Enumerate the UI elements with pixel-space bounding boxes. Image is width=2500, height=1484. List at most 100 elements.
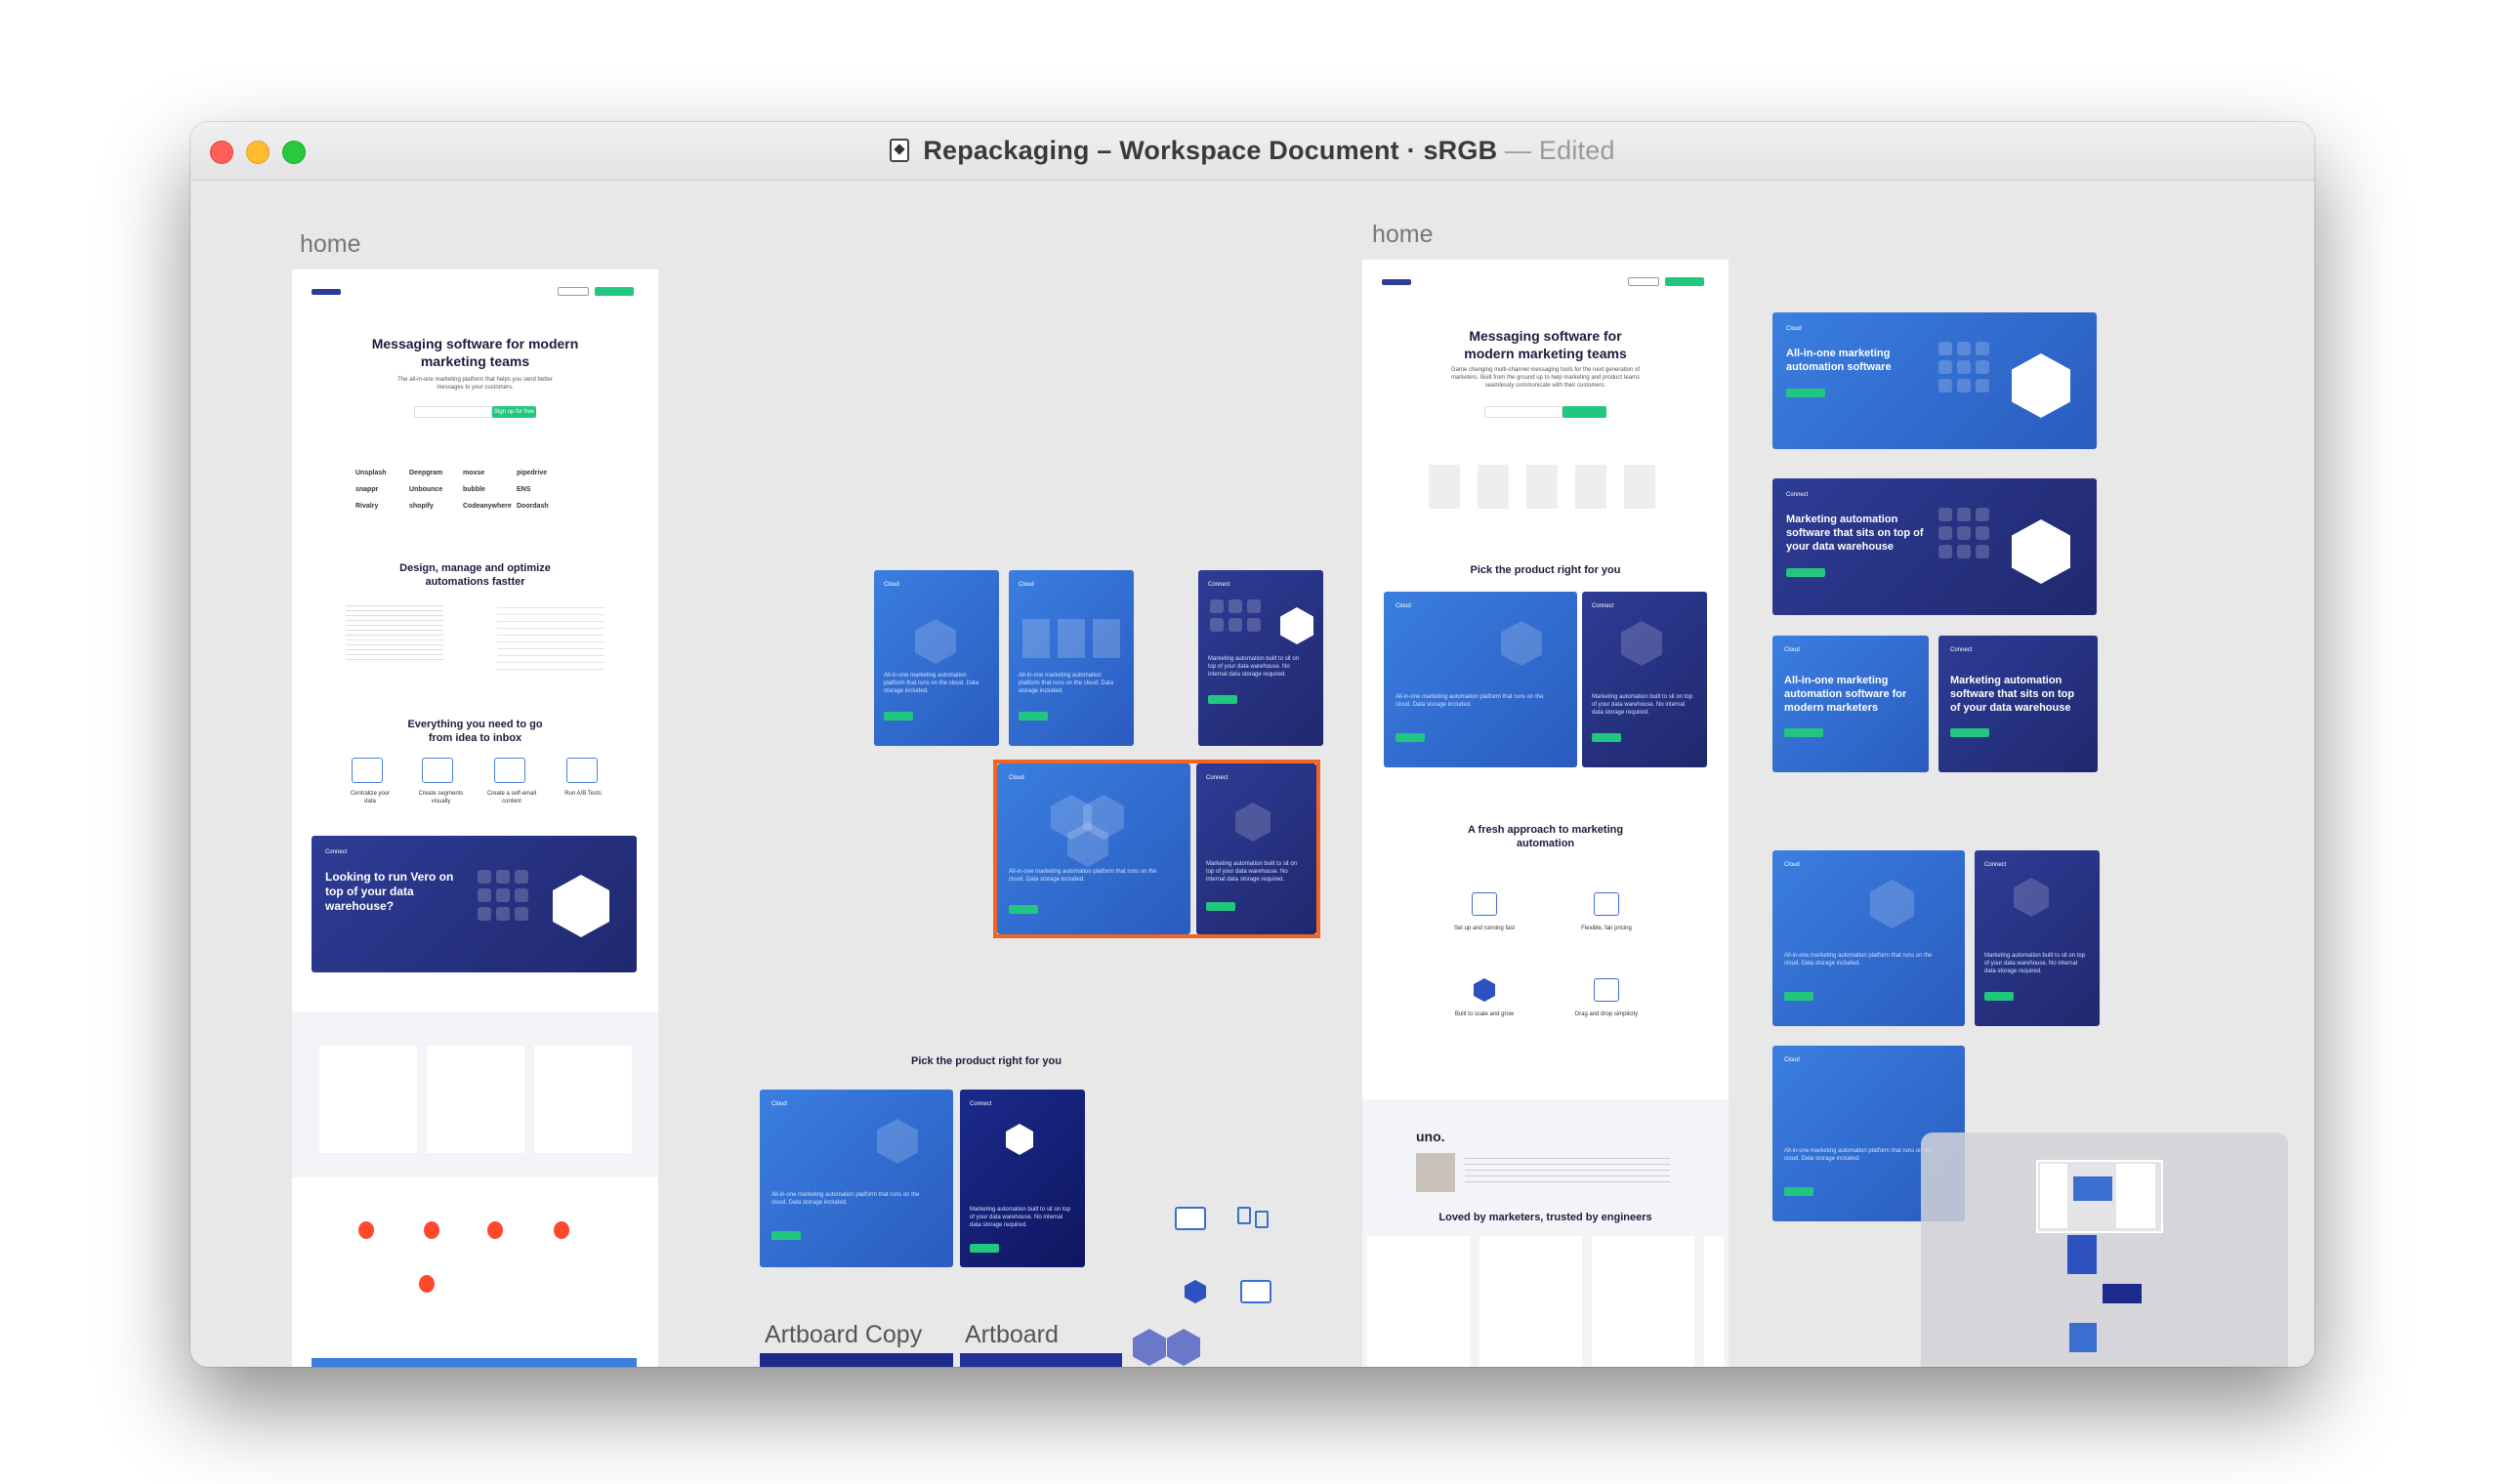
card-signup-button[interactable] bbox=[1019, 712, 1048, 721]
banner-icon-grid bbox=[1938, 508, 1989, 558]
card-demo-button[interactable] bbox=[1984, 992, 2014, 1001]
automation-text-block bbox=[346, 601, 443, 660]
feature-label-1: Flexible, fair pricing bbox=[1581, 926, 1632, 931]
card-tag: Connect bbox=[1208, 582, 1230, 588]
artboard-pick-cloud[interactable]: Cloud All-in-one marketing automation pl… bbox=[760, 1090, 953, 1267]
canvas-minimap[interactable] bbox=[1921, 1133, 2288, 1367]
banner-icon-grid bbox=[1938, 342, 1989, 392]
artboard-cloud-card-2[interactable]: Cloud All-in-one marketing automation pl… bbox=[1009, 570, 1134, 746]
ab-test-icon bbox=[566, 758, 598, 783]
card-copy: Marketing automation built to sit on top… bbox=[970, 1207, 1071, 1228]
artboard-cloud-card-1[interactable]: Cloud All-in-one marketing automation pl… bbox=[874, 570, 999, 746]
pick-connect-card[interactable]: Connect Marketing automation built to si… bbox=[1582, 592, 1707, 767]
artboard-connect-card-1[interactable]: Connect Marketing automation built to si… bbox=[1198, 570, 1323, 746]
card-title: Marketing automation software that sits … bbox=[1950, 675, 2075, 714]
artboard-label-home-left[interactable]: home bbox=[300, 230, 361, 259]
artboard-label-copy[interactable]: Artboard Copy bbox=[765, 1321, 922, 1349]
cube-icon[interactable] bbox=[1167, 1329, 1200, 1366]
banner-button[interactable] bbox=[1786, 568, 1825, 577]
card-signup-button[interactable] bbox=[1784, 1187, 1813, 1196]
feature-label-0: Centralize your data bbox=[350, 791, 391, 804]
card-title: All-in-one marketing automation software… bbox=[1784, 675, 1907, 714]
artboard-home-right[interactable]: Messaging software for modern marketing … bbox=[1362, 260, 1729, 1367]
testimonial-card bbox=[319, 1046, 417, 1153]
card-copy: All-in-one marketing automation platform… bbox=[771, 1192, 920, 1206]
logo-rivalry: Rivalry bbox=[355, 503, 379, 510]
logo-ens: ENS bbox=[517, 486, 531, 493]
pick-product-title: Pick the product right for you bbox=[1470, 564, 1621, 576]
artboard-label-home-right[interactable]: home bbox=[1372, 221, 1434, 249]
artboard-banner-cloud[interactable]: Cloud All-in-one marketing automation so… bbox=[1772, 312, 2097, 449]
testimonial-card bbox=[534, 1046, 632, 1153]
window-icon[interactable] bbox=[1240, 1280, 1271, 1303]
card-demo-button[interactable] bbox=[1208, 695, 1237, 704]
artboard-copy-preview[interactable] bbox=[760, 1353, 953, 1367]
card-signup-button[interactable] bbox=[1009, 905, 1038, 914]
hero-cta-button[interactable] bbox=[1562, 406, 1606, 418]
artboard-preview[interactable] bbox=[960, 1353, 1122, 1367]
title-separator: — bbox=[1505, 136, 1532, 165]
edited-status: Edited bbox=[1538, 136, 1615, 165]
logo-moxse: moxse bbox=[463, 470, 485, 476]
card-copy: Marketing automation built to sit on top… bbox=[1206, 861, 1298, 883]
section-automations-title: Design, manage and optimize automations … bbox=[399, 562, 551, 588]
artboard-label[interactable]: Artboard bbox=[965, 1321, 1059, 1349]
dashboard-icon[interactable] bbox=[1175, 1207, 1206, 1230]
hexagon-graphic bbox=[1621, 621, 1662, 666]
testimonials-section bbox=[292, 1011, 658, 1177]
hero-cta-button[interactable]: Sign up for free bbox=[492, 406, 536, 418]
hexagon-graphic bbox=[1235, 803, 1271, 842]
card-copy: All-in-one marketing automation platform… bbox=[1019, 673, 1114, 694]
feature-label-2: Create a self-email content bbox=[486, 791, 537, 804]
artboard-connect-card-right[interactable]: Connect Marketing automation built to si… bbox=[1975, 850, 2100, 1026]
artboard-banner-connect[interactable]: Connect Marketing automation software th… bbox=[1772, 478, 2097, 615]
nav-signup-button[interactable] bbox=[1665, 277, 1704, 286]
nav-demo-button[interactable] bbox=[558, 287, 589, 296]
feature-label-0: Set up and running fast bbox=[1453, 926, 1516, 931]
feature-label-2: Built to scale and grow bbox=[1454, 1011, 1515, 1017]
feature-label-3: Run A/B Tests bbox=[564, 791, 602, 797]
card-button[interactable] bbox=[1784, 728, 1823, 737]
banner-button[interactable] bbox=[1786, 389, 1825, 397]
card-signup-button[interactable] bbox=[884, 712, 913, 721]
hexagon-icon[interactable] bbox=[1185, 1280, 1206, 1303]
logo-deepgram: Deepgram bbox=[409, 470, 443, 476]
card-copy: Marketing automation built to sit on top… bbox=[1592, 694, 1693, 716]
email-input[interactable] bbox=[1484, 406, 1562, 418]
testimonial-card bbox=[427, 1046, 524, 1153]
compare-icon[interactable] bbox=[1237, 1207, 1271, 1228]
artboard-cloud-card-right[interactable]: Cloud All-in-one marketing automation pl… bbox=[1772, 850, 1965, 1026]
awards-row bbox=[341, 1221, 609, 1309]
nav-demo-button[interactable] bbox=[1628, 277, 1659, 286]
artboard-home-left[interactable]: Messaging software for modern marketing … bbox=[292, 269, 658, 1367]
connect-banner[interactable]: Connect Looking to run Vero on top of yo… bbox=[312, 836, 637, 972]
card-demo-button[interactable] bbox=[1592, 733, 1621, 742]
card-demo-button[interactable] bbox=[970, 1244, 999, 1253]
title-bar: Repackaging – Workspace Document · sRGB … bbox=[190, 122, 2314, 181]
window-title: Repackaging – Workspace Document · sRGB … bbox=[190, 136, 2314, 166]
pricing-icon bbox=[1594, 892, 1619, 916]
segments-icon bbox=[422, 758, 453, 783]
cube-icon[interactable] bbox=[1133, 1329, 1166, 1366]
customer-section: uno. Loved by marketers, trusted by engi… bbox=[1362, 1099, 1729, 1367]
card-signup-button[interactable] bbox=[1784, 992, 1813, 1001]
artboard-cloud-card-selected[interactable]: Cloud All-in-one marketing automation pl… bbox=[997, 763, 1190, 934]
card-button[interactable] bbox=[1950, 728, 1989, 737]
email-input[interactable] bbox=[414, 406, 492, 418]
card-demo-button[interactable] bbox=[1206, 902, 1235, 911]
uno-logo: uno. bbox=[1416, 1129, 1445, 1144]
hexagon-graphic bbox=[877, 1119, 918, 1164]
design-canvas[interactable]: home Messaging software for modern marke… bbox=[190, 182, 2314, 1367]
feature-icons-row: Centralize your data Create segments vis… bbox=[346, 758, 609, 804]
banner-title: Marketing automation software that sits … bbox=[1786, 514, 1924, 553]
artboard-pick-connect[interactable]: Connect Marketing automation built to si… bbox=[960, 1090, 1085, 1267]
artboard-square-cloud[interactable]: Cloud All-in-one marketing automation so… bbox=[1772, 636, 1929, 772]
artboard-connect-card-selected[interactable]: Connect Marketing automation built to si… bbox=[1196, 763, 1316, 934]
card-signup-button[interactable] bbox=[771, 1231, 801, 1240]
vero-hexagon-icon bbox=[2012, 519, 2070, 584]
card-tag: Connect bbox=[1984, 862, 2007, 868]
nav-signup-button[interactable] bbox=[595, 287, 634, 296]
card-signup-button[interactable] bbox=[1396, 733, 1425, 742]
artboard-square-connect[interactable]: Connect Marketing automation software th… bbox=[1938, 636, 2098, 772]
pick-cloud-card[interactable]: Cloud All-in-one marketing automation pl… bbox=[1384, 592, 1577, 767]
